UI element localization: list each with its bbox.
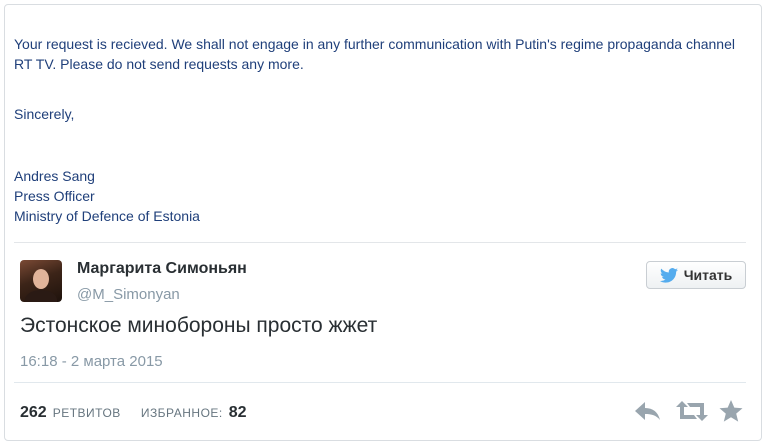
favorites-count[interactable]: 82	[229, 404, 247, 422]
retweets-count[interactable]: 262	[20, 404, 47, 422]
divider	[14, 382, 746, 383]
twitter-bird-icon	[659, 267, 678, 283]
signature-organization: Ministry of Defence of Estonia	[14, 208, 200, 224]
signature-name: Andres Sang	[14, 168, 95, 184]
author-name[interactable]: Маргарита Симоньян	[77, 260, 247, 278]
favorites-label: ИЗБРАННОЕ:	[140, 406, 223, 420]
email-excerpt: Your request is recieved. We shall not e…	[14, 34, 754, 226]
tweet-text: Эстонское минобороны просто жжет	[20, 314, 378, 337]
tweet-stats: 262 РЕТВИТОВ ИЗБРАННОЕ: 82	[20, 404, 247, 422]
reply-icon[interactable]	[634, 399, 662, 423]
tweet-actions	[634, 399, 746, 423]
avatar[interactable]	[20, 260, 62, 302]
follow-button[interactable]: Читать	[646, 261, 746, 289]
email-closing: Sincerely,	[14, 106, 75, 122]
follow-label: Читать	[683, 267, 733, 283]
avatar-face	[33, 269, 49, 289]
tweet-timestamp[interactable]: 16:18 - 2 марта 2015	[20, 353, 163, 370]
avatar-shoulders	[25, 290, 57, 302]
divider	[14, 242, 746, 243]
star-icon[interactable]	[718, 399, 746, 423]
retweets-label: РЕТВИТОВ	[52, 406, 121, 420]
email-body: Your request is recieved. We shall not e…	[14, 36, 735, 72]
author-handle[interactable]: @M_Simonyan	[77, 286, 180, 303]
retweet-icon[interactable]	[676, 399, 708, 423]
signature-title: Press Officer	[14, 188, 95, 204]
